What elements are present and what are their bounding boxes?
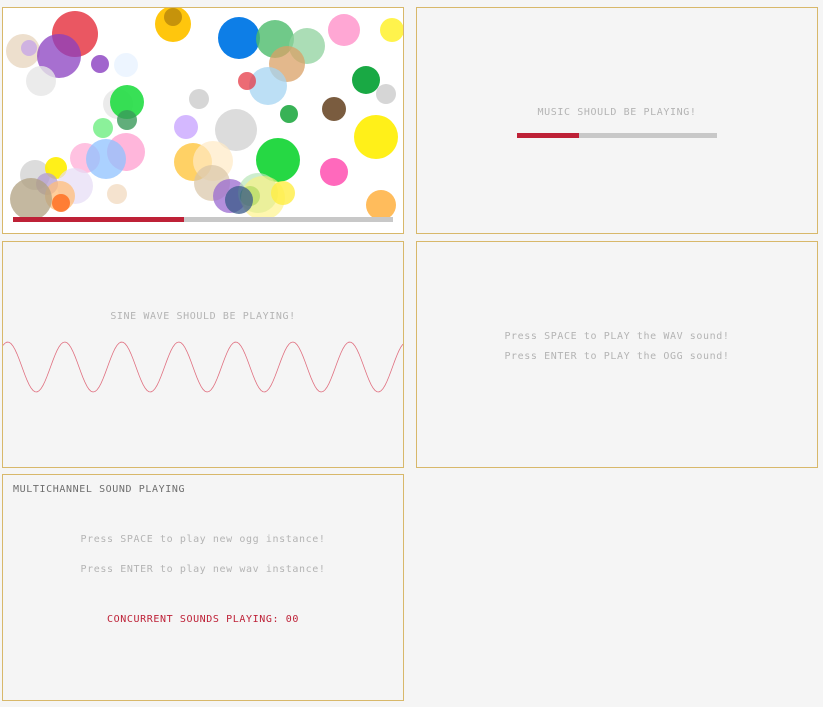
bubble: [225, 186, 253, 214]
music-stream-panel: MUSIC SHOULD BE PLAYING!: [416, 7, 818, 234]
bubble: [21, 40, 37, 56]
bubble: [26, 66, 56, 96]
concurrent-sounds-counter: CONCURRENT SOUNDS PLAYING: 00: [107, 614, 299, 625]
bubble: [280, 105, 298, 123]
music-progress-fill: [13, 217, 184, 222]
sine-wave-line: [3, 341, 403, 393]
sound-loading-panel: Press SPACE to PLAY the WAV sound! Press…: [416, 241, 818, 468]
bubble: [107, 184, 127, 204]
bubbles-music-panel: [2, 7, 404, 234]
bubble: [354, 115, 398, 159]
bubble: [320, 158, 348, 186]
bubbles-canvas: [6, 8, 403, 220]
bubble: [117, 110, 137, 130]
sine-wave-panel: SINE WAVE SHOULD BE PLAYING!: [2, 241, 404, 468]
bubble: [328, 14, 360, 46]
bubble: [114, 53, 138, 77]
bubble: [91, 55, 109, 73]
multichannel-panel: MULTICHANNEL SOUND PLAYING Press SPACE t…: [2, 474, 404, 701]
bubble: [376, 84, 396, 104]
music-progress-track: [13, 217, 393, 222]
music-status-text: MUSIC SHOULD BE PLAYING!: [537, 107, 697, 118]
bubble: [174, 115, 198, 139]
bubble: [271, 181, 295, 205]
bubble: [52, 194, 70, 212]
bubble: [366, 190, 396, 220]
bubble: [10, 178, 52, 220]
bubble: [218, 17, 260, 59]
bubble: [189, 89, 209, 109]
bubble: [249, 67, 287, 105]
bubble: [86, 139, 126, 179]
sine-wave-plot: [3, 341, 403, 393]
bubble: [352, 66, 380, 94]
music-time-progress-track: [517, 133, 717, 138]
music-time-progress-fill: [517, 133, 579, 138]
bubble: [164, 8, 182, 26]
bubble: [93, 118, 113, 138]
ogg-instance-instruction: Press SPACE to play new ogg instance!: [80, 534, 326, 545]
wav-instance-instruction: Press ENTER to play new wav instance!: [80, 564, 326, 575]
ogg-instruction-text: Press ENTER to PLAY the OGG sound!: [504, 351, 730, 362]
bubble: [380, 18, 403, 42]
bubble: [322, 97, 346, 121]
bubble: [238, 72, 256, 90]
wav-instruction-text: Press SPACE to PLAY the WAV sound!: [504, 331, 730, 342]
multichannel-title: MULTICHANNEL SOUND PLAYING: [13, 484, 186, 495]
